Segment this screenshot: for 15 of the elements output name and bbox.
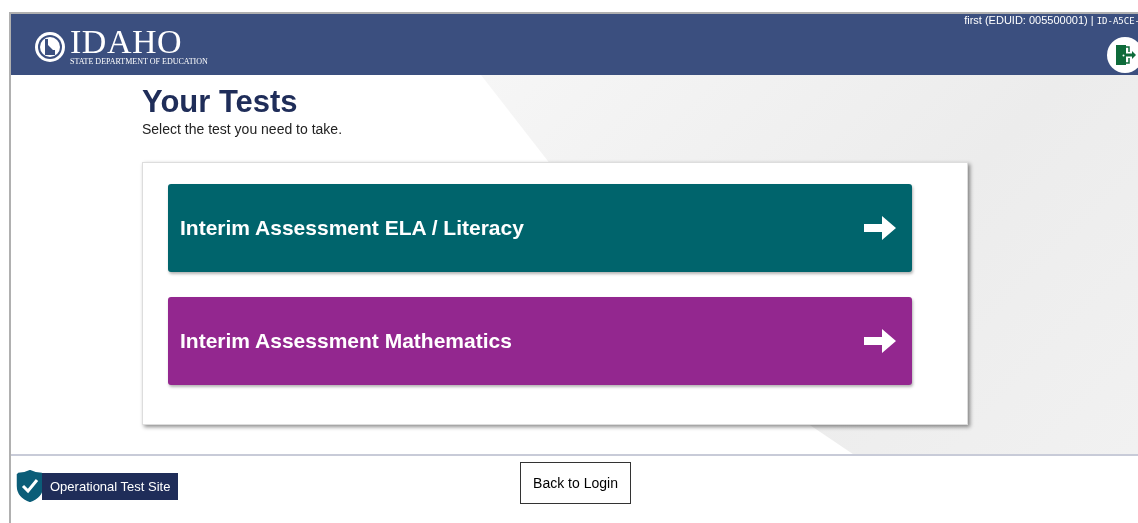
- site-badge: Operational Test Site: [42, 472, 179, 500]
- test-button[interactable]: Interim Assessment ELA / Literacy: [168, 184, 912, 272]
- session-id: ID-A5CE-: [1096, 16, 1138, 26]
- instruction-text: Select the test you need to take.: [142, 121, 344, 137]
- user-info: first (EDUID: 005500001) |: [964, 14, 1095, 26]
- logo-subtitle: STATE DEPARTMENT OF EDUCATION: [70, 57, 208, 66]
- logout-button[interactable]: [1107, 37, 1138, 73]
- arrow-right-icon: [864, 216, 896, 240]
- seal-icon: [34, 30, 66, 63]
- page-title: Your Tests: [142, 85, 299, 119]
- back-to-login-button[interactable]: Back to Login: [520, 462, 631, 504]
- door-exit-icon: [1113, 43, 1137, 67]
- test-button[interactable]: Interim Assessment Mathematics: [168, 297, 912, 385]
- logo-wordmark: IDAHO: [70, 27, 183, 57]
- arrow-right-icon: [864, 329, 896, 353]
